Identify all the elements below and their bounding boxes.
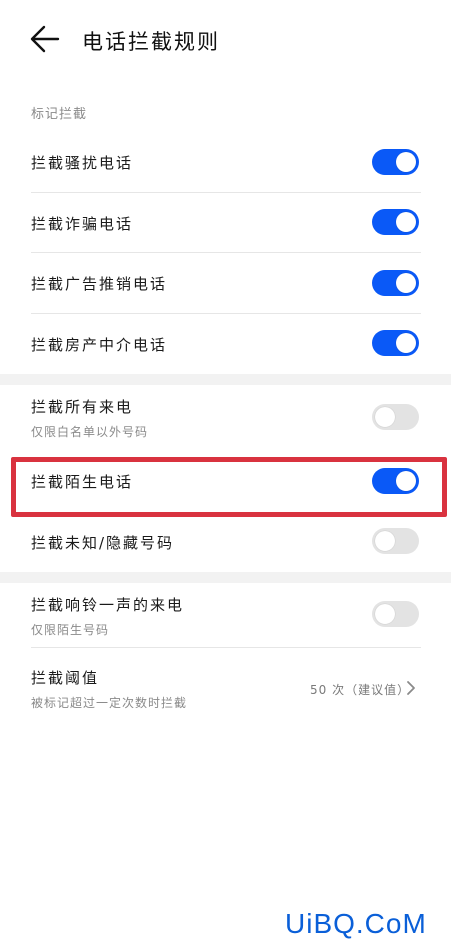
- toggle-knob: [396, 333, 416, 353]
- row-title-real-estate: 拦截房产中介电话: [31, 336, 168, 354]
- row-title-all-calls: 拦截所有来电: [31, 398, 134, 416]
- row-subtitle-all-calls: 仅限白名单以外号码: [31, 425, 149, 439]
- arrow-left-icon[interactable]: [28, 22, 62, 56]
- toggle-knob: [375, 604, 395, 624]
- chevron-right-icon[interactable]: [404, 679, 418, 697]
- toggle-advertising[interactable]: [372, 270, 419, 296]
- row-subtitle-one-ring: 仅限陌生号码: [31, 623, 110, 637]
- toggle-all-calls[interactable]: [372, 404, 419, 430]
- toggle-knob: [396, 152, 416, 172]
- row-title-one-ring: 拦截响铃一声的来电: [31, 596, 185, 614]
- toggle-knob: [375, 531, 395, 551]
- divider: [31, 313, 421, 314]
- section-gap: [0, 374, 451, 385]
- divider: [31, 192, 421, 193]
- toggle-fraud[interactable]: [372, 209, 419, 235]
- divider: [31, 252, 421, 253]
- toggle-harassment[interactable]: [372, 149, 419, 175]
- toggle-unknown-hidden[interactable]: [372, 528, 419, 554]
- section-gap: [0, 572, 451, 583]
- section-label: 标记拦截: [31, 107, 88, 122]
- header-bar: 电话拦截规则: [0, 0, 451, 80]
- toggle-knob: [396, 273, 416, 293]
- toggle-one-ring[interactable]: [372, 601, 419, 627]
- row-title-threshold[interactable]: 拦截阈值: [31, 667, 99, 688]
- watermark: UiBQ.CoM: [285, 908, 427, 939]
- row-title-fraud: 拦截诈骗电话: [31, 215, 134, 233]
- row-title-advertising: 拦截广告推销电话: [31, 275, 168, 293]
- row-title-unknown-hidden: 拦截未知/隐藏号码: [31, 534, 175, 552]
- toggle-real-estate[interactable]: [372, 330, 419, 356]
- threshold-value[interactable]: 50 次（建议值）: [310, 681, 410, 698]
- row-title-harassment: 拦截骚扰电话: [31, 154, 134, 172]
- row-subtitle-threshold: 被标记超过一定次数时拦截: [31, 696, 188, 710]
- highlight-box: [11, 457, 447, 517]
- toggle-knob: [375, 407, 395, 427]
- toggle-knob: [396, 212, 416, 232]
- page-title: 电话拦截规则: [82, 30, 220, 54]
- divider: [31, 647, 421, 648]
